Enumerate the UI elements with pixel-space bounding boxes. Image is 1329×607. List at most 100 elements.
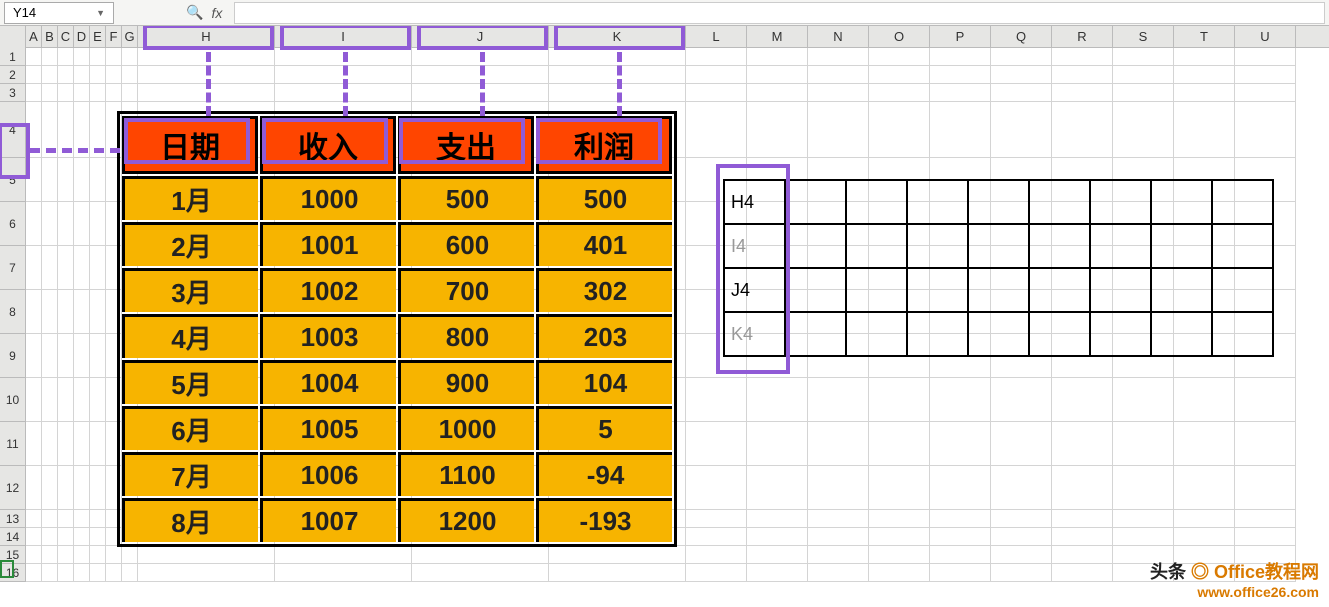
row-header-14[interactable]: 14 (0, 528, 26, 546)
ref-empty-cell[interactable] (1151, 268, 1212, 312)
table-cell[interactable]: 5 (536, 406, 672, 450)
table-cell[interactable]: 401 (536, 222, 672, 266)
col-header-D[interactable]: D (74, 26, 90, 48)
ref-cell[interactable]: I4 (724, 224, 785, 268)
table-cell[interactable]: 600 (398, 222, 534, 266)
ref-empty-cell[interactable] (907, 312, 968, 356)
col-header-R[interactable]: R (1052, 26, 1113, 48)
col-header-J[interactable]: J (412, 26, 549, 48)
table-cell[interactable]: -94 (536, 452, 672, 496)
row-header-6[interactable]: 6 (0, 202, 26, 246)
table-cell[interactable]: 7月 (122, 452, 258, 496)
table-cell[interactable]: 900 (398, 360, 534, 404)
col-header-A[interactable]: A (26, 26, 42, 48)
name-box-dropdown-icon[interactable]: ▼ (96, 8, 105, 18)
ref-empty-cell[interactable] (846, 312, 907, 356)
ref-cell[interactable]: J4 (724, 268, 785, 312)
ref-empty-cell[interactable] (1212, 180, 1273, 224)
col-header-S[interactable]: S (1113, 26, 1174, 48)
ref-cell[interactable]: K4 (724, 312, 785, 356)
table-cell[interactable]: 500 (398, 176, 534, 220)
ref-empty-cell[interactable] (1090, 224, 1151, 268)
ref-empty-cell[interactable] (907, 268, 968, 312)
ref-empty-cell[interactable] (785, 312, 846, 356)
row-header-10[interactable]: 10 (0, 378, 26, 422)
col-header-C[interactable]: C (58, 26, 74, 48)
row-header-13[interactable]: 13 (0, 510, 26, 528)
row-header-1[interactable]: 1 (0, 48, 26, 66)
row-header-3[interactable]: 3 (0, 84, 26, 102)
table-cell[interactable]: 8月 (122, 498, 258, 542)
ref-empty-cell[interactable] (1029, 268, 1090, 312)
row-header-11[interactable]: 11 (0, 422, 26, 466)
table-cell[interactable]: 1月 (122, 176, 258, 220)
table-cell[interactable]: 1000 (260, 176, 396, 220)
ref-empty-cell[interactable] (1090, 312, 1151, 356)
col-header-B[interactable]: B (42, 26, 58, 48)
table-cell[interactable]: 4月 (122, 314, 258, 358)
ref-empty-cell[interactable] (907, 180, 968, 224)
row-header-4[interactable]: 4 (0, 102, 26, 158)
row-header-2[interactable]: 2 (0, 66, 26, 84)
row-header-8[interactable]: 8 (0, 290, 26, 334)
col-header-M[interactable]: M (747, 26, 808, 48)
col-header-O[interactable]: O (869, 26, 930, 48)
table-cell[interactable]: 1003 (260, 314, 396, 358)
ref-empty-cell[interactable] (846, 268, 907, 312)
ref-empty-cell[interactable] (907, 224, 968, 268)
ref-empty-cell[interactable] (1212, 224, 1273, 268)
table-cell[interactable]: 1000 (398, 406, 534, 450)
table-cell[interactable]: 1200 (398, 498, 534, 542)
ref-empty-cell[interactable] (968, 268, 1029, 312)
zoom-icon[interactable]: 🔍 (186, 4, 203, 21)
spreadsheet-grid[interactable]: ABCDEFGHIJKLMNOPQRSTU 123456789101112131… (0, 26, 1329, 606)
table-cell[interactable]: 1002 (260, 268, 396, 312)
table-cell[interactable]: 500 (536, 176, 672, 220)
row-header-12[interactable]: 12 (0, 466, 26, 510)
ref-empty-cell[interactable] (1151, 180, 1212, 224)
col-header-K[interactable]: K (549, 26, 686, 48)
col-header-I[interactable]: I (275, 26, 412, 48)
col-header-G[interactable]: G (122, 26, 138, 48)
table-cell[interactable]: 104 (536, 360, 672, 404)
col-header-N[interactable]: N (808, 26, 869, 48)
table-cell[interactable]: 3月 (122, 268, 258, 312)
table-cell[interactable]: 1005 (260, 406, 396, 450)
col-header-L[interactable]: L (686, 26, 747, 48)
fx-icon[interactable]: fx (211, 5, 222, 21)
table-cell[interactable]: 2月 (122, 222, 258, 266)
ref-empty-cell[interactable] (846, 180, 907, 224)
ref-empty-cell[interactable] (1090, 268, 1151, 312)
ref-empty-cell[interactable] (1212, 268, 1273, 312)
table-header-3[interactable]: 利润 (536, 116, 672, 174)
row-header-5[interactable]: 5 (0, 158, 26, 202)
col-header-Q[interactable]: Q (991, 26, 1052, 48)
table-header-0[interactable]: 日期 (122, 116, 258, 174)
table-cell[interactable]: 700 (398, 268, 534, 312)
col-header-T[interactable]: T (1174, 26, 1235, 48)
ref-empty-cell[interactable] (1090, 180, 1151, 224)
col-header-E[interactable]: E (90, 26, 106, 48)
table-cell[interactable]: -193 (536, 498, 672, 542)
table-header-2[interactable]: 支出 (398, 116, 534, 174)
table-cell[interactable]: 800 (398, 314, 534, 358)
ref-empty-cell[interactable] (968, 224, 1029, 268)
table-cell[interactable]: 1004 (260, 360, 396, 404)
col-header-H[interactable]: H (138, 26, 275, 48)
table-cell[interactable]: 1001 (260, 222, 396, 266)
ref-empty-cell[interactable] (1029, 312, 1090, 356)
ref-empty-cell[interactable] (968, 312, 1029, 356)
ref-empty-cell[interactable] (968, 180, 1029, 224)
ref-empty-cell[interactable] (1029, 180, 1090, 224)
table-header-1[interactable]: 收入 (260, 116, 396, 174)
table-cell[interactable]: 203 (536, 314, 672, 358)
table-cell[interactable]: 6月 (122, 406, 258, 450)
col-header-P[interactable]: P (930, 26, 991, 48)
table-cell[interactable]: 302 (536, 268, 672, 312)
ref-empty-cell[interactable] (1212, 312, 1273, 356)
select-all-corner[interactable] (0, 26, 26, 48)
row-header-7[interactable]: 7 (0, 246, 26, 290)
row-header-9[interactable]: 9 (0, 334, 26, 378)
formula-input[interactable] (234, 2, 1325, 24)
ref-empty-cell[interactable] (785, 180, 846, 224)
